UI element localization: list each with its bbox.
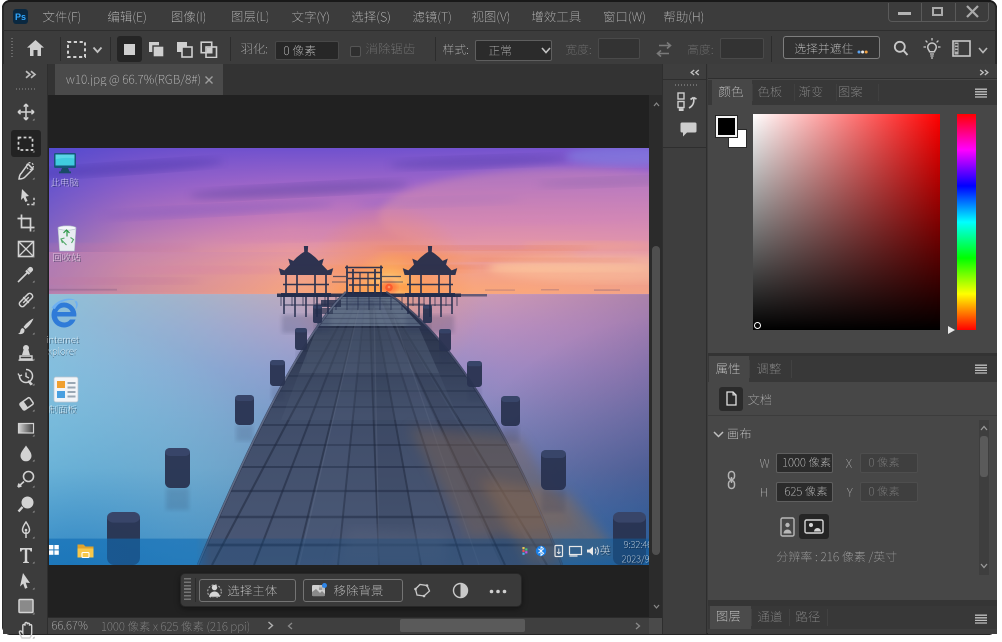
svg-text:Ps: Ps (15, 12, 26, 22)
